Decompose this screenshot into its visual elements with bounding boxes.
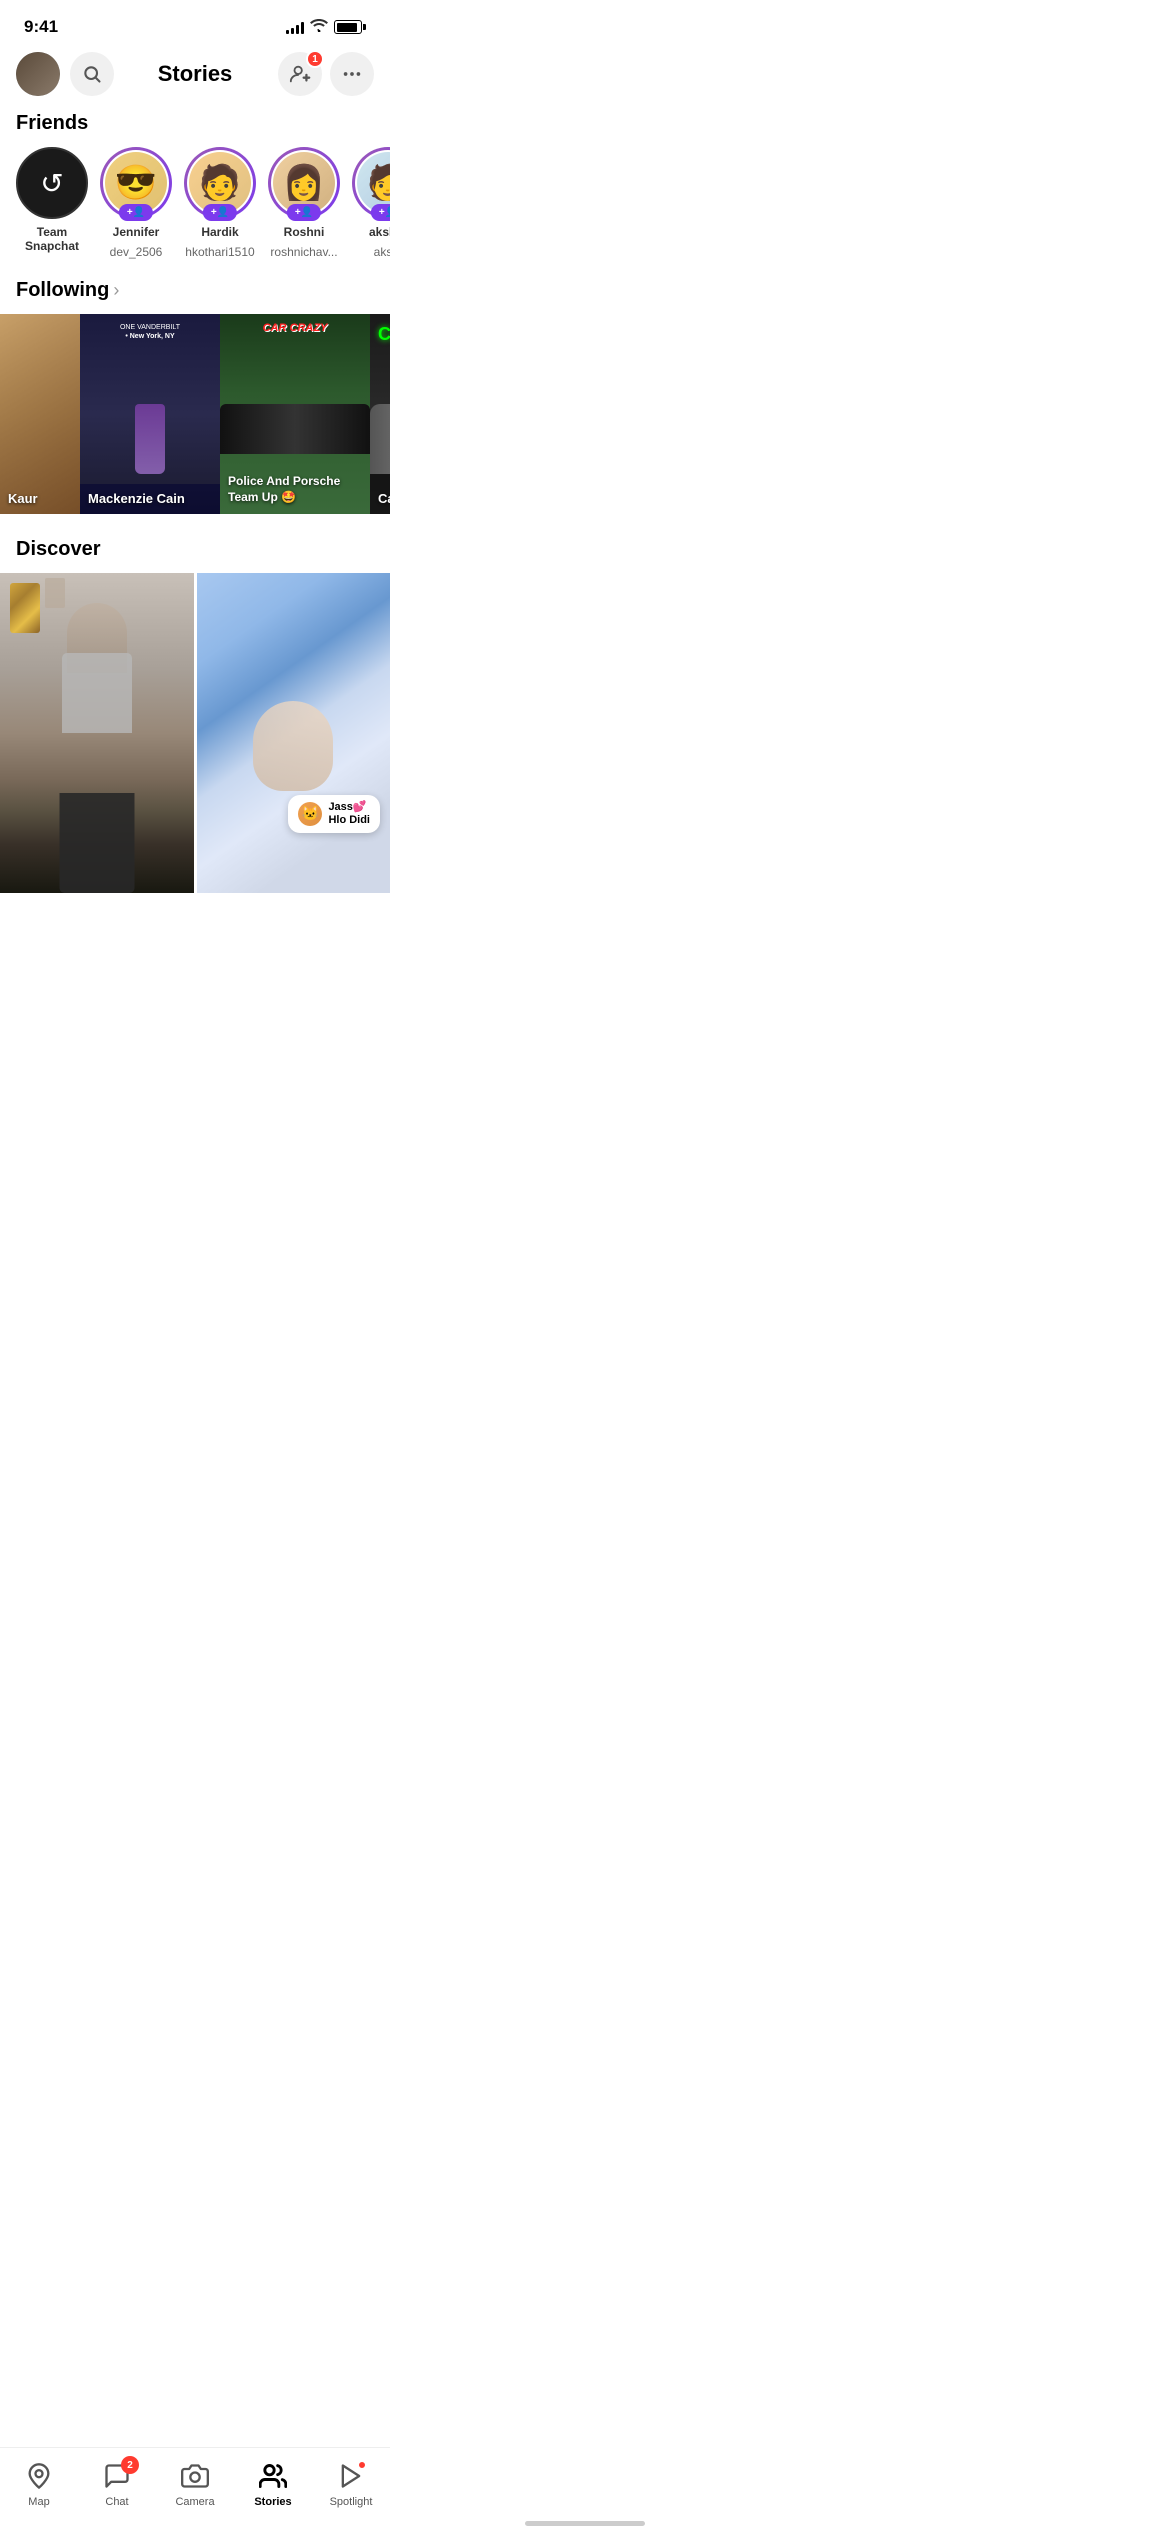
more-icon (341, 63, 363, 85)
hardik-avatar-wrap: 🧑 +👤 (184, 147, 256, 219)
chat-badge: 2 (121, 2456, 139, 2474)
nav-icon-camera-wrap (179, 2460, 211, 2492)
ak-add-friend: +👤 (371, 204, 390, 221)
header-left (16, 52, 114, 96)
roshni-name: Roshni (284, 225, 325, 239)
camera-icon (181, 2462, 209, 2490)
user-avatar[interactable] (16, 52, 60, 96)
kaur-label: Kaur (8, 491, 72, 506)
map-icon (25, 2462, 53, 2490)
bar1 (286, 30, 289, 34)
mackenzie-name: Mackenzie Cain (88, 491, 185, 506)
bottom-nav: Map 2 Chat Camera (0, 2447, 390, 2532)
roshni-username: roshnichav... (270, 245, 337, 259)
police-title: Police And Porsche Team Up 🤩 (228, 474, 340, 505)
following-title: Following (16, 279, 109, 302)
nav-item-chat[interactable]: 2 Chat (87, 2460, 147, 2508)
ak-avatar-wrap: 🧑 +👤 (352, 147, 390, 219)
team-snapchat-avatar: ↺ (16, 147, 88, 219)
nav-item-spotlight[interactable]: Spotlight (321, 2460, 381, 2508)
discover-card-1[interactable] (0, 573, 194, 893)
bar2 (291, 28, 294, 34)
status-time: 9:41 (24, 17, 58, 37)
sticker-avatar-icon: 🐱 (298, 802, 322, 826)
jennifer-avatar-wrap: 😎 +👤 (100, 147, 172, 219)
nav-icon-stories-wrap (257, 2460, 289, 2492)
cars-title: Car Show Regrets (378, 491, 390, 506)
story-item-jennifer[interactable]: 😎 +👤 Jennifer dev_2506 (100, 147, 172, 259)
nav-label-stories: Stories (254, 2496, 291, 2508)
search-button[interactable] (70, 52, 114, 96)
more-button[interactable] (330, 52, 374, 96)
page-title: Stories (158, 61, 233, 87)
refresh-icon: ↺ (40, 167, 63, 200)
friends-section-title: Friends (0, 104, 390, 147)
nav-icon-chat-wrap: 2 (101, 2460, 133, 2492)
signal-bars-icon (286, 20, 304, 34)
jennifer-name: Jennifer (113, 225, 160, 239)
discover-section-title: Discover (0, 530, 390, 573)
story-item-roshni[interactable]: 👩 +👤 Roshni roshnichav... (268, 147, 340, 259)
ak-username: aks... (374, 245, 390, 259)
status-icons (286, 18, 366, 36)
jennifer-add-friend: +👤 (119, 204, 153, 221)
kaur-name: Kaur (8, 491, 38, 506)
sticker-overlay: 🐱 Jass💕 Hlo Didi (288, 795, 380, 833)
nav-label-map: Map (28, 2496, 49, 2508)
story-item-hardik[interactable]: 🧑 +👤 Hardik hkothari1510 (184, 147, 256, 259)
nav-item-map[interactable]: Map (9, 2460, 69, 2508)
nav-item-camera[interactable]: Camera (165, 2460, 225, 2508)
search-icon (82, 64, 102, 84)
mackenzie-location: ONE VANDERBILT • New York, NY (120, 322, 180, 340)
bar3 (296, 25, 299, 34)
bar4 (301, 22, 304, 34)
cars-label: Car Show Regrets (378, 491, 390, 506)
stories-icon (259, 2462, 287, 2490)
story-item-team-snapchat[interactable]: ↺ TeamSnapchat (16, 147, 88, 259)
header-right: 1 (278, 52, 374, 96)
discover-card-2[interactable]: 🐱 Jass💕 Hlo Didi (197, 573, 391, 893)
battery-icon (334, 20, 366, 34)
cars-logo-text: CARS (378, 324, 390, 345)
nav-label-camera: Camera (175, 2496, 214, 2508)
add-friend-icon (289, 63, 311, 85)
following-card-mackenzie[interactable]: ONE VANDERBILT • New York, NY Mackenzie … (80, 314, 220, 514)
police-label: Police And Porsche Team Up 🤩 (228, 473, 362, 506)
header: Stories 1 (0, 48, 390, 104)
sticker-text: Jass💕 Hlo Didi (328, 801, 370, 827)
ak-name: akshat (369, 225, 390, 239)
car-crazy-logo: CAR CRAZY (220, 322, 370, 334)
following-stories-list: Kaur ONE VANDERBILT • New York, NY Macke… (0, 314, 390, 530)
home-indicator (525, 2521, 645, 2526)
following-card-kaur[interactable]: Kaur (0, 314, 80, 514)
roshni-avatar-wrap: 👩 +👤 (268, 147, 340, 219)
notification-badge: 1 (306, 50, 324, 68)
nav-item-stories[interactable]: Stories (243, 2460, 303, 2508)
following-card-cars[interactable]: CARS Car Show Regrets (370, 314, 390, 514)
roshni-add-friend: +👤 (287, 204, 321, 221)
following-header[interactable]: Following › (0, 275, 390, 314)
wifi-icon (310, 18, 328, 36)
story-item-ak[interactable]: 🧑 +👤 akshat aks... (352, 147, 390, 259)
add-friend-button[interactable]: 1 (278, 52, 322, 96)
hardik-username: hkothari1510 (185, 245, 254, 259)
friends-stories-list: ↺ TeamSnapchat 😎 +👤 Jennifer dev_2506 🧑 … (0, 147, 390, 275)
hardik-name: Hardik (201, 225, 238, 239)
nav-icon-spotlight-wrap (335, 2460, 367, 2492)
jennifer-username: dev_2506 (110, 245, 163, 259)
story-name-team-snapchat: TeamSnapchat (25, 225, 79, 254)
spotlight-badge (357, 2460, 367, 2470)
status-bar: 9:41 (0, 0, 390, 48)
following-card-police[interactable]: CAR CRAZY Police And Porsche Team Up 🤩 (220, 314, 370, 514)
mackenzie-label: Mackenzie Cain (88, 491, 212, 506)
nav-icon-map-wrap (23, 2460, 55, 2492)
hardik-add-friend: +👤 (203, 204, 237, 221)
following-chevron-icon: › (113, 280, 119, 301)
nav-label-spotlight: Spotlight (330, 2496, 373, 2508)
nav-label-chat: Chat (105, 2496, 128, 2508)
discover-grid: 🐱 Jass💕 Hlo Didi (0, 573, 390, 973)
